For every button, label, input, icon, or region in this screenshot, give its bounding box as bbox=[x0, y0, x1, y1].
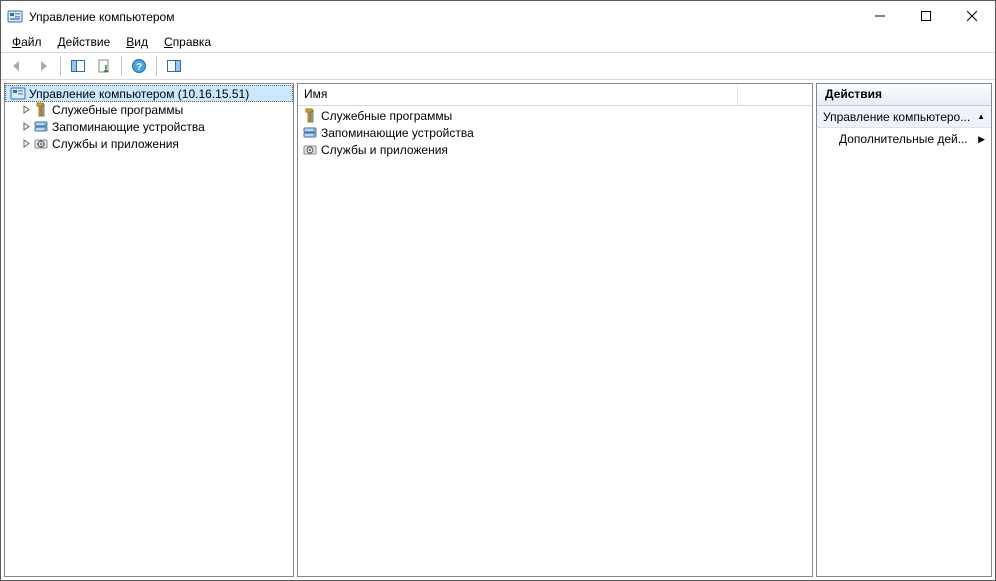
actions-pane: Действия Управление компьютеро... ▲ Допо… bbox=[816, 83, 992, 577]
tree-root-item[interactable]: Управление компьютером (10.16.15.51) bbox=[5, 85, 293, 102]
actions-more-item[interactable]: Дополнительные дей... ▶ bbox=[817, 128, 991, 150]
console-tree: Управление компьютером (10.16.15.51) Слу… bbox=[5, 84, 293, 154]
list-pane: Имя Служебные программы bbox=[297, 83, 813, 577]
menubar: Файл Действие Вид Справка bbox=[1, 32, 995, 52]
tree-item-label: Запоминающие устройства bbox=[52, 120, 205, 134]
tree-item-label: Управление компьютером (10.16.15.51) bbox=[29, 87, 249, 101]
nav-back-button[interactable] bbox=[5, 55, 29, 77]
close-button[interactable] bbox=[949, 1, 995, 31]
main-area: Управление компьютером (10.16.15.51) Слу… bbox=[1, 80, 995, 580]
tree-item-label: Службы и приложения bbox=[52, 137, 179, 151]
toolbar-separator bbox=[156, 56, 157, 76]
list-item[interactable]: Запоминающие устройства bbox=[298, 124, 812, 141]
titlebar: Управление компьютером bbox=[1, 1, 995, 32]
list-column-name[interactable]: Имя bbox=[298, 84, 738, 105]
chevron-right-icon: ▶ bbox=[978, 134, 985, 145]
show-hide-tree-button[interactable] bbox=[66, 55, 90, 77]
tree-item-storage[interactable]: Запоминающие устройства bbox=[5, 118, 293, 135]
actions-pane-header: Действия bbox=[817, 84, 991, 106]
expand-icon[interactable] bbox=[19, 105, 33, 114]
minimize-button[interactable] bbox=[857, 1, 903, 31]
toolbar: ? bbox=[1, 52, 995, 80]
toolbar-separator bbox=[60, 56, 61, 76]
list-item-label: Запоминающие устройства bbox=[321, 126, 474, 140]
list-item[interactable]: Служебные программы bbox=[298, 107, 812, 124]
tree-item-system-tools[interactable]: Служебные программы bbox=[5, 101, 293, 118]
collapse-up-icon: ▲ bbox=[977, 112, 985, 121]
expand-icon[interactable] bbox=[19, 122, 33, 131]
window-title: Управление компьютером bbox=[29, 10, 857, 24]
app-icon bbox=[7, 9, 23, 25]
window-controls bbox=[857, 1, 995, 32]
show-hide-action-pane-button[interactable] bbox=[162, 55, 186, 77]
list-column-empty[interactable] bbox=[738, 84, 812, 105]
expand-icon[interactable] bbox=[19, 139, 33, 148]
computer-management-icon bbox=[10, 86, 26, 102]
menu-help[interactable]: Справка bbox=[157, 34, 218, 50]
menu-file[interactable]: Файл bbox=[5, 34, 49, 50]
list-item[interactable]: Службы и приложения bbox=[298, 141, 812, 158]
storage-icon bbox=[33, 119, 49, 135]
nav-forward-button[interactable] bbox=[31, 55, 55, 77]
tools-icon bbox=[302, 108, 318, 124]
tree-pane: Управление компьютером (10.16.15.51) Слу… bbox=[4, 83, 294, 577]
menu-view[interactable]: Вид bbox=[119, 34, 155, 50]
tree-item-services-apps[interactable]: Службы и приложения bbox=[5, 135, 293, 152]
list-body: Служебные программы Запоминающие устройс… bbox=[298, 106, 812, 159]
help-button[interactable]: ? bbox=[127, 55, 151, 77]
svg-text:?: ? bbox=[136, 62, 142, 73]
storage-icon bbox=[302, 125, 318, 141]
menu-action[interactable]: Действие bbox=[51, 34, 118, 50]
actions-context-label: Управление компьютеро... bbox=[823, 110, 970, 124]
maximize-button[interactable] bbox=[903, 1, 949, 31]
services-icon bbox=[33, 136, 49, 152]
list-header: Имя bbox=[298, 84, 812, 106]
services-icon bbox=[302, 142, 318, 158]
properties-button[interactable] bbox=[92, 55, 116, 77]
list-item-label: Служебные программы bbox=[321, 109, 452, 123]
list-item-label: Службы и приложения bbox=[321, 143, 448, 157]
toolbar-separator bbox=[121, 56, 122, 76]
actions-more-label: Дополнительные дей... bbox=[839, 132, 968, 146]
tools-icon bbox=[33, 102, 49, 118]
actions-context-item[interactable]: Управление компьютеро... ▲ bbox=[817, 106, 991, 128]
window-frame: Управление компьютером Файл Действие Вид… bbox=[0, 0, 996, 581]
tree-item-label: Служебные программы bbox=[52, 103, 183, 117]
